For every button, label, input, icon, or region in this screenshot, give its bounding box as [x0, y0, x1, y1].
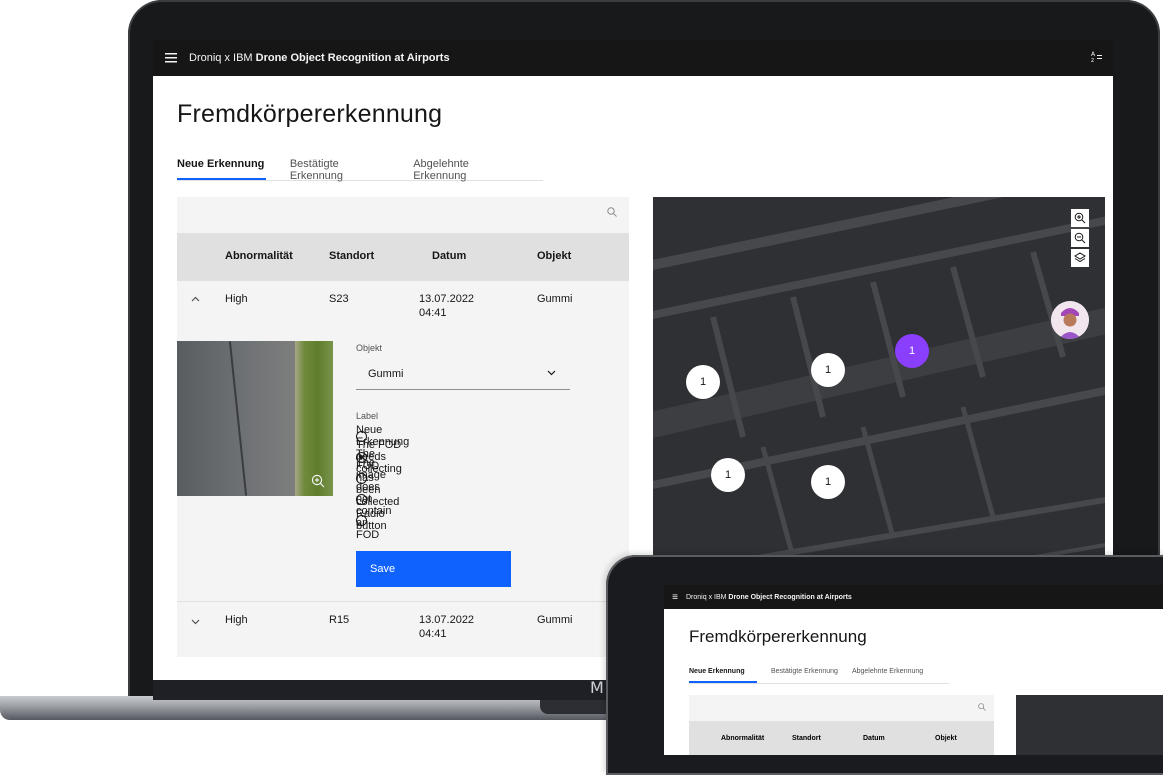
chevron-up-icon[interactable] — [191, 293, 200, 305]
column-header-date[interactable]: Datum — [863, 735, 885, 742]
tablet-app-title-prefix: Droniq x IBM — [686, 593, 729, 601]
map-marker[interactable]: 1 — [811, 353, 845, 387]
cell-date: 13.07.2022 — [419, 293, 475, 305]
cell-object: Gummi — [537, 293, 573, 305]
cell-location: S23 — [329, 293, 349, 305]
save-button[interactable]: Save — [356, 551, 511, 587]
svg-text:z: z — [1091, 57, 1094, 62]
column-header-object[interactable]: Objekt — [935, 735, 957, 742]
tablet-app-header: ≡ Droniq x IBM Drone Object Recognition … — [664, 585, 1163, 609]
image-grass-edge — [295, 341, 333, 496]
map-controls — [1071, 209, 1089, 267]
tablet-airport-map[interactable] — [1016, 695, 1163, 755]
chevron-down-icon[interactable] — [547, 368, 556, 378]
tab-bar: Neue Erkennung Bestätigte Erkennung Abge… — [177, 152, 543, 182]
cell-time: 04:41 — [419, 307, 447, 319]
hamburger-menu-icon[interactable]: ≡ — [664, 592, 686, 603]
app-title[interactable]: Droniq x IBM Drone Object Recognition at… — [189, 52, 450, 64]
tablet-app-title-bold: Drone Object Recognition at Airports — [728, 593, 852, 601]
cell-abnormality: High — [225, 293, 248, 305]
zoom-out-icon[interactable] — [1071, 229, 1089, 247]
column-header-location[interactable]: Standort — [329, 250, 374, 262]
zoom-in-icon[interactable] — [1071, 209, 1089, 227]
chevron-down-icon[interactable] — [191, 616, 200, 628]
tablet-tab-bar: Neue Erkennung Bestätigte Erkennung Abge… — [689, 663, 949, 684]
image-pavement-crack — [228, 341, 248, 496]
layers-icon[interactable] — [1071, 249, 1089, 267]
zoom-in-icon[interactable] — [311, 474, 325, 488]
page-title: Fremdkörpererkennung — [177, 100, 443, 128]
radio-generic[interactable]: Radio button — [356, 508, 387, 532]
tab-bestaetigte-erkennung[interactable]: Bestätigte Erkennung — [290, 152, 389, 182]
column-header-date[interactable]: Datum — [432, 250, 466, 262]
table-header: Abnormalität Standort Datum Objekt — [177, 233, 629, 281]
column-header-abnormality[interactable]: Abnormalität — [225, 250, 293, 262]
cell-abnormality: High — [225, 614, 248, 626]
column-header-abnormality[interactable]: Abnormalität — [721, 735, 764, 742]
column-header-object[interactable]: Objekt — [537, 250, 571, 262]
app-title-prefix: Droniq x IBM — [189, 52, 256, 64]
tab-bestaetigte-erkennung[interactable]: Bestätigte Erkennung — [771, 663, 838, 683]
tablet-detections-table: Abnormalität Standort Datum Objekt — [689, 695, 994, 755]
hamburger-menu-icon[interactable] — [153, 40, 189, 76]
search-icon[interactable] — [978, 703, 986, 711]
radio-label: Radio button — [356, 508, 387, 532]
tab-abgelehnte-erkennung[interactable]: Abgelehnte Erkennung — [852, 663, 923, 683]
map-marker[interactable]: 1 — [711, 458, 745, 492]
user-avatar[interactable] — [1051, 301, 1089, 339]
tablet-app-title[interactable]: Droniq x IBM Drone Object Recognition at… — [686, 594, 852, 601]
object-field-label: Objekt — [356, 343, 383, 353]
object-select[interactable]: Gummi — [356, 359, 570, 390]
map-marker[interactable]: 1 — [811, 465, 845, 499]
radio-no-fod[interactable]: The image does not contain an FOD — [356, 457, 391, 541]
switcher-icon[interactable]: Az — [1091, 50, 1103, 65]
table-row[interactable]: High R15 13.07.2022 04:41 Gummi — [177, 601, 629, 657]
tablet-screen: ≡ Droniq x IBM Drone Object Recognition … — [664, 585, 1163, 755]
cell-time: 04:41 — [419, 628, 447, 640]
laptop-brand-letter: M — [590, 678, 604, 697]
search-icon[interactable] — [607, 207, 617, 217]
table-search-bar[interactable] — [177, 197, 629, 233]
app-title-bold: Drone Object Recognition at Airports — [255, 52, 450, 64]
app-header: Droniq x IBM Drone Object Recognition at… — [153, 40, 1113, 76]
detections-table: Abnormalität Standort Datum Objekt High … — [177, 197, 629, 657]
fod-image[interactable] — [177, 341, 333, 496]
tab-abgelehnte-erkennung[interactable]: Abgelehnte Erkennung — [413, 152, 519, 182]
cell-location: R15 — [329, 614, 350, 626]
map-marker[interactable]: 1 — [686, 365, 720, 399]
cell-date: 13.07.2022 — [419, 614, 475, 626]
cell-object: Gummi — [537, 614, 573, 626]
object-select-value: Gummi — [368, 368, 404, 380]
column-header-location[interactable]: Standort — [792, 735, 821, 742]
tab-neue-erkennung[interactable]: Neue Erkennung — [177, 152, 266, 180]
map-marker-selected[interactable]: 1 — [895, 334, 929, 368]
table-row: High S23 13.07.2022 04:41 Gummi Objekt G… — [177, 281, 629, 601]
tablet-page-title: Fremdkörpererkennung — [689, 627, 867, 646]
tab-neue-erkennung[interactable]: Neue Erkennung — [689, 663, 757, 683]
tablet-table-header: Abnormalität Standort Datum Objekt — [689, 721, 994, 755]
label-field-label: Label — [356, 411, 379, 421]
